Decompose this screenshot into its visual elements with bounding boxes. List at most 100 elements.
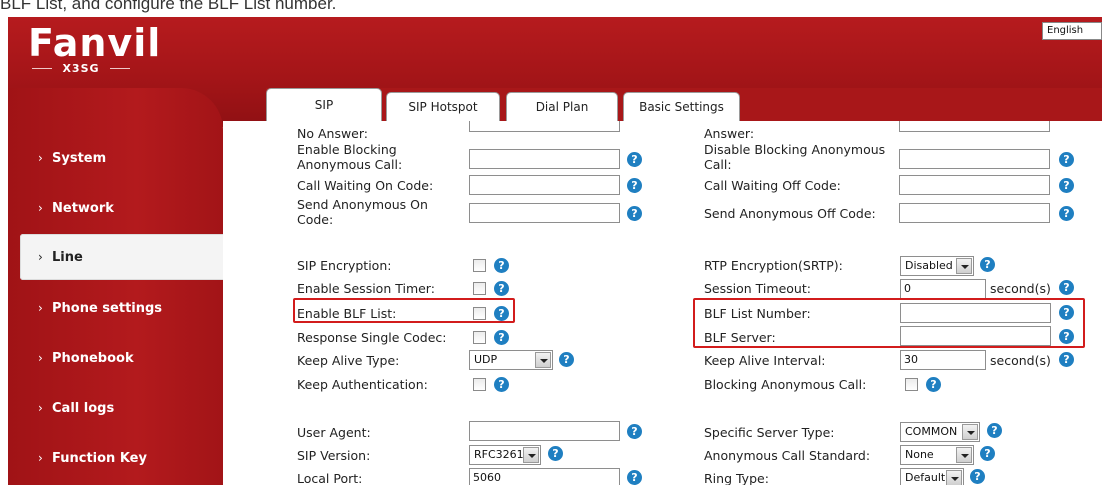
answer-label: Answer: [704, 126, 755, 141]
enable-session-timer-label: Enable Session Timer: [297, 281, 435, 296]
sidebar-item-network[interactable]: › Network [8, 185, 223, 231]
session-timeout-label: Session Timeout: [704, 281, 811, 296]
help-icon[interactable]: ? [494, 330, 509, 345]
keep-alive-interval-label: Keep Alive Interval: [704, 353, 826, 368]
session-timer-checkbox[interactable] [473, 282, 486, 295]
sip-version-select[interactable]: RFC3261 [469, 445, 541, 465]
fanvil-logo: Fanvil X3SG [28, 21, 208, 81]
blf-settings-highlight-box [693, 298, 1085, 348]
language-select[interactable]: English [1042, 22, 1102, 40]
chevron-down-icon [523, 447, 539, 463]
sip-version-value: RFC3261 [474, 448, 524, 461]
chevron-right-icon: › [38, 451, 43, 465]
help-icon[interactable]: ? [926, 377, 941, 392]
help-icon[interactable]: ? [494, 281, 509, 296]
help-icon[interactable]: ? [1059, 152, 1074, 167]
help-icon[interactable]: ? [627, 152, 642, 167]
send-anon-on-field[interactable] [469, 203, 620, 223]
blf-enable-highlight-box [293, 298, 515, 323]
sidebar-item-system[interactable]: › System [8, 135, 223, 181]
enable-blocking-anon-label: Enable Blocking Anonymous Call: [297, 142, 403, 172]
help-icon[interactable]: ? [1059, 280, 1074, 295]
chevron-right-icon: › [38, 201, 43, 215]
help-icon[interactable]: ? [548, 446, 563, 461]
chevron-right-icon: › [38, 151, 43, 165]
sidebar-item-label: Network [52, 201, 114, 216]
local-port-label: Local Port: [297, 471, 363, 485]
no-answer-field[interactable] [469, 121, 620, 132]
chevron-right-icon: › [38, 401, 43, 415]
session-timeout-field[interactable]: 0 [900, 279, 986, 299]
cw-off-code-field[interactable] [899, 175, 1050, 195]
help-icon[interactable]: ? [1059, 352, 1074, 367]
disable-blocking-anon-field[interactable] [899, 149, 1050, 169]
blocking-anon-call-label: Blocking Anonymous Call: [704, 377, 867, 392]
chevron-down-icon [946, 470, 962, 485]
help-icon[interactable]: ? [1059, 206, 1074, 221]
ring-type-value: Default [905, 471, 946, 484]
disable-blocking-anon-label: Disable Blocking Anonymous Call: [704, 142, 886, 172]
sidebar-item-function-key[interactable]: › Function Key [8, 435, 223, 481]
chevron-right-icon: › [38, 250, 43, 264]
response-single-codec-checkbox[interactable] [473, 331, 486, 344]
rtp-encryption-value: Disabled [905, 259, 953, 272]
help-icon[interactable]: ? [1059, 178, 1074, 193]
keep-alive-type-select[interactable]: UDP [469, 350, 553, 370]
tab-sip-hotspot[interactable]: SIP Hotspot [386, 92, 500, 121]
chevron-down-icon [956, 258, 972, 274]
send-anon-off-field[interactable] [899, 203, 1050, 223]
tab-sip[interactable]: SIP [266, 88, 382, 121]
user-agent-field[interactable] [469, 421, 620, 441]
chevron-right-icon: › [38, 351, 43, 365]
specific-server-type-select[interactable]: COMMON [900, 422, 980, 442]
sip-settings-form: No Answer: Answer: Enable Blocking Anony… [223, 121, 1102, 485]
enable-blocking-anon-field[interactable] [469, 149, 620, 169]
help-icon[interactable]: ? [980, 257, 995, 272]
caption-text: BLF List, and configure the BLF List num… [0, 0, 337, 13]
sip-encryption-checkbox[interactable] [473, 259, 486, 272]
user-agent-label: User Agent: [297, 425, 371, 440]
help-icon[interactable]: ? [987, 423, 1002, 438]
rtp-encryption-select[interactable]: Disabled [900, 256, 974, 276]
cw-on-code-field[interactable] [469, 175, 620, 195]
logo-wordmark: Fanvil [28, 21, 162, 65]
chevron-down-icon [956, 447, 972, 463]
help-icon[interactable]: ? [494, 258, 509, 273]
specific-server-type-value: COMMON [905, 425, 958, 438]
chevron-right-icon: › [38, 301, 43, 315]
help-icon[interactable]: ? [627, 424, 642, 439]
help-icon[interactable]: ? [627, 470, 642, 485]
tab-dial-plan[interactable]: Dial Plan [506, 92, 618, 121]
help-icon[interactable]: ? [627, 178, 642, 193]
sidebar-item-line[interactable]: › Line [20, 234, 230, 280]
answer-field[interactable] [899, 121, 1050, 132]
keep-alive-interval-field[interactable]: 30 [900, 350, 986, 370]
sidebar-item-call-logs[interactable]: › Call logs [8, 385, 223, 431]
specific-server-type-label: Specific Server Type: [704, 425, 835, 440]
chevron-down-icon [962, 424, 978, 440]
anon-call-standard-label: Anonymous Call Standard: [704, 448, 871, 463]
anon-call-standard-value: None [905, 448, 934, 461]
sip-version-label: SIP Version: [297, 448, 371, 463]
ring-type-label: Ring Type: [704, 471, 769, 485]
keep-authentication-checkbox[interactable] [473, 378, 486, 391]
sidebar-item-label: Phonebook [52, 351, 134, 366]
help-icon[interactable]: ? [494, 377, 509, 392]
sidebar-item-phonebook[interactable]: › Phonebook [8, 335, 223, 381]
sidebar-item-label: Line [52, 250, 83, 265]
sidebar-item-phone-settings[interactable]: › Phone settings [8, 285, 223, 331]
help-icon[interactable]: ? [627, 206, 642, 221]
help-icon[interactable]: ? [970, 469, 985, 484]
tab-basic-settings[interactable]: Basic Settings [623, 92, 740, 121]
blocking-anon-call-checkbox[interactable] [905, 378, 918, 391]
logo-model: X3SG [28, 62, 134, 75]
ring-type-select[interactable]: Default [900, 468, 964, 485]
help-icon[interactable]: ? [559, 352, 574, 367]
help-icon[interactable]: ? [980, 446, 995, 461]
sidebar-item-label: Call logs [52, 401, 115, 416]
anon-call-standard-select[interactable]: None [900, 445, 974, 465]
local-port-field[interactable]: 5060 [469, 468, 620, 485]
sidebar-item-label: System [52, 151, 107, 166]
sidebar-item-label: Phone settings [52, 301, 163, 316]
no-answer-label: No Answer: [297, 126, 369, 141]
